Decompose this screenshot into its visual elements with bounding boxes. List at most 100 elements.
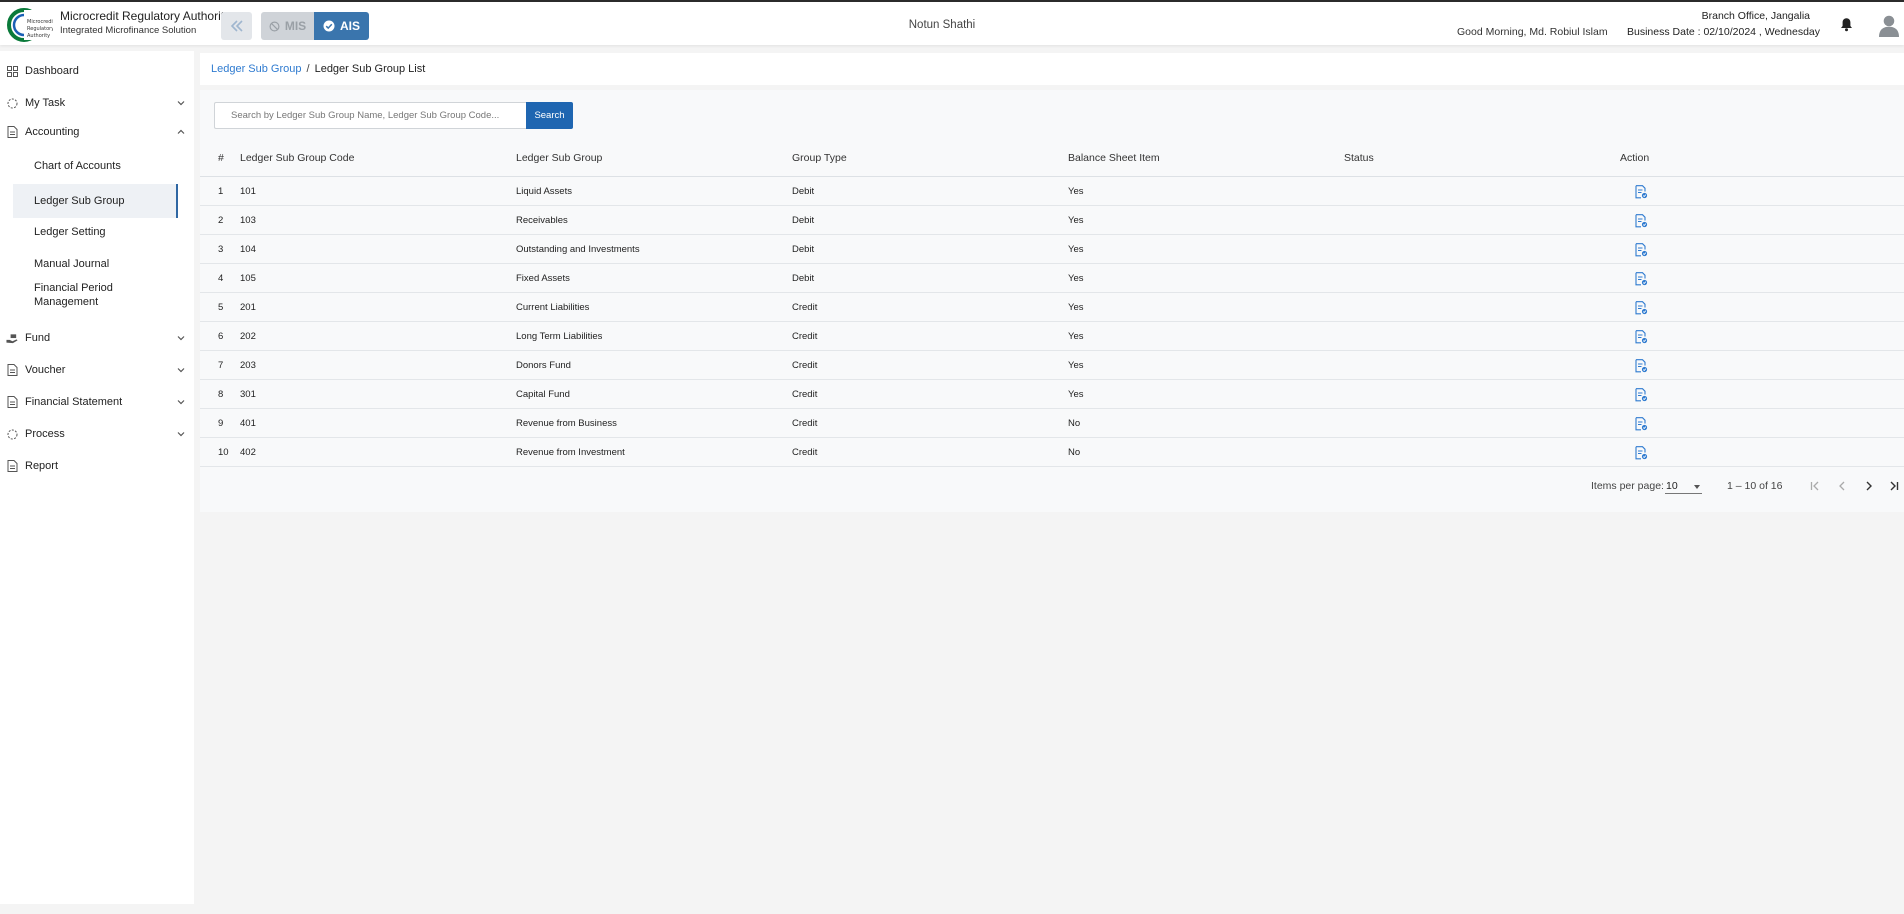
group-type: Credit: [792, 331, 818, 342]
edit-document-icon[interactable]: [1635, 214, 1648, 228]
sidebar-item-my-task[interactable]: My Task: [0, 92, 194, 114]
collapse-sidebar-button[interactable]: [221, 12, 252, 40]
ledger-sub-group-list-panel: Search # Ledger Sub Group Code Ledger Su…: [200, 90, 1904, 512]
module-switch: MIS AIS: [261, 12, 369, 40]
ledger-sub-group-code: 301: [240, 389, 256, 400]
ledger-sub-group-name: Current Liabilities: [516, 302, 590, 313]
chevron-down-icon: [177, 368, 185, 373]
sidebar-item-label: Process: [25, 428, 65, 440]
previous-page-button[interactable]: [1832, 476, 1852, 496]
balance-sheet-item: Yes: [1068, 360, 1084, 371]
sidebar-item-accounting[interactable]: Accounting: [0, 121, 194, 143]
table-row: 7 203 Donors Fund Credit Yes: [200, 351, 1904, 380]
ais-label: AIS: [339, 19, 360, 33]
edit-document-icon[interactable]: [1635, 185, 1648, 199]
column-header-code: Ledger Sub Group Code: [240, 152, 355, 164]
sidebar-item-report[interactable]: Report: [0, 455, 194, 477]
user-avatar-icon[interactable]: [1877, 13, 1901, 42]
next-page-button[interactable]: [1859, 476, 1879, 496]
column-header-status: Status: [1344, 152, 1374, 164]
table-row: 6 202 Long Term Liabilities Credit Yes: [200, 322, 1904, 351]
sidebar-item-label: Report: [25, 460, 59, 472]
edit-document-icon[interactable]: [1635, 272, 1648, 286]
column-header-group-type: Group Type: [792, 152, 847, 164]
breadcrumb-separator: /: [306, 63, 310, 75]
edit-document-icon[interactable]: [1635, 446, 1648, 460]
sidebar-item-fund[interactable]: Fund: [0, 327, 194, 349]
first-page-button[interactable]: [1805, 476, 1825, 496]
ledger-sub-group-code: 201: [240, 302, 256, 313]
row-index: 8: [218, 389, 224, 400]
brand-title: Microcredit Regulatory Authority: [60, 9, 231, 23]
notification-bell-icon[interactable]: [1840, 17, 1853, 37]
items-per-page-label: Items per page:: [1591, 480, 1664, 492]
double-chevron-left-icon: [230, 20, 243, 32]
sidebar-item-label: Dashboard: [25, 65, 79, 77]
chevron-left-icon: [1839, 481, 1845, 491]
edit-document-icon[interactable]: [1635, 243, 1648, 257]
breadcrumb-link-ledger-sub-group[interactable]: Ledger Sub Group: [211, 63, 302, 75]
edit-document-icon[interactable]: [1635, 388, 1648, 402]
row-index: 6: [218, 331, 224, 342]
group-type: Debit: [792, 186, 815, 197]
ledger-sub-group-name: Liquid Assets: [516, 186, 572, 197]
mis-mode-button[interactable]: MIS: [261, 12, 314, 40]
sidebar-subitem-chart-of-accounts[interactable]: Chart of Accounts: [13, 155, 178, 177]
edit-document-icon[interactable]: [1635, 330, 1648, 344]
row-index: 1: [218, 186, 224, 197]
items-per-page-select[interactable]: 10: [1665, 476, 1702, 494]
sidebar-item-process[interactable]: Process: [0, 423, 194, 445]
branch-name: Branch Office, Jangalia: [1701, 10, 1810, 22]
sidebar-subitem-manual-journal[interactable]: Manual Journal: [13, 253, 178, 275]
search-input[interactable]: [214, 102, 526, 129]
edit-document-icon[interactable]: [1635, 359, 1648, 373]
search-button[interactable]: Search: [526, 102, 573, 129]
balance-sheet-item: Yes: [1068, 186, 1084, 197]
sidebar-item-voucher[interactable]: Voucher: [0, 359, 194, 381]
edit-document-icon[interactable]: [1635, 417, 1648, 431]
chevron-down-icon: [177, 400, 185, 405]
first-page-icon: [1810, 481, 1819, 491]
ais-mode-button[interactable]: AIS: [314, 12, 369, 40]
sidebar-item-financial-statement[interactable]: Financial Statement: [0, 391, 194, 413]
ledger-sub-group-name: Outstanding and Investments: [516, 244, 640, 255]
items-per-page-value: 10: [1666, 480, 1678, 492]
dropdown-arrow-icon: [1694, 485, 1700, 489]
balance-sheet-item: Yes: [1068, 302, 1084, 313]
business-date: Business Date : 02/10/2024 , Wednesday: [1627, 26, 1821, 38]
document-icon: [6, 460, 18, 472]
group-type: Debit: [792, 215, 815, 226]
ledger-sub-group-name: Revenue from Investment: [516, 447, 625, 458]
sidebar-subitem-ledger-setting[interactable]: Ledger Setting: [13, 221, 178, 243]
group-type: Credit: [792, 360, 818, 371]
column-header-action: Action: [1620, 152, 1650, 164]
table-body: 1 101 Liquid Assets Debit Yes 2 103 Receivables…: [200, 177, 1904, 467]
ledger-sub-group-code: 402: [240, 447, 256, 458]
last-page-button[interactable]: [1884, 476, 1904, 496]
table-row: 1 101 Liquid Assets Debit Yes: [200, 177, 1904, 206]
row-index: 3: [218, 244, 224, 255]
svg-text:Microcredit: Microcredit: [27, 19, 53, 25]
sidebar-item-label: My Task: [25, 97, 66, 109]
sidebar-item-dashboard[interactable]: Dashboard: [0, 60, 194, 82]
mis-label: MIS: [284, 19, 307, 33]
sidebar-item-label: Financial Statement: [25, 396, 123, 408]
column-header-balance-sheet-item: Balance Sheet Item: [1068, 152, 1160, 164]
ledger-sub-group-name: Capital Fund: [516, 389, 570, 400]
sidebar-item-label: Fund: [25, 332, 51, 344]
last-page-icon: [1890, 481, 1899, 491]
document-icon: [6, 396, 18, 408]
top-header: Microcredit Regulatory Authority Microcr…: [0, 0, 1904, 45]
sidebar-subitem-financial-period-management[interactable]: Financial Period Management: [13, 281, 163, 309]
chevron-down-icon: [177, 336, 185, 341]
document-icon: [6, 126, 18, 138]
document-icon: [6, 364, 18, 376]
edit-document-icon[interactable]: [1635, 301, 1648, 315]
ledger-sub-group-code: 202: [240, 331, 256, 342]
balance-sheet-item: Yes: [1068, 389, 1084, 400]
ledger-sub-group-code: 104: [240, 244, 256, 255]
ledger-sub-group-code: 103: [240, 215, 256, 226]
row-index: 9: [218, 418, 224, 429]
chevron-up-icon: [177, 129, 185, 134]
sidebar-subitem-ledger-sub-group[interactable]: Ledger Sub Group: [13, 184, 178, 218]
